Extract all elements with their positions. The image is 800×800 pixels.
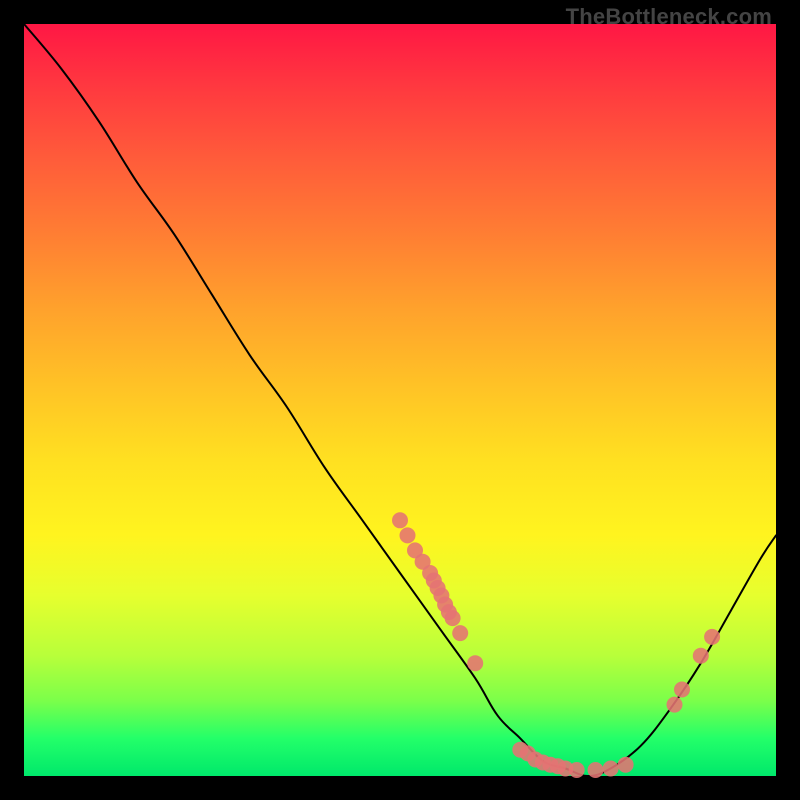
curve-marker bbox=[704, 629, 720, 645]
curve-marker bbox=[445, 610, 461, 626]
watermark-text: TheBottleneck.com bbox=[566, 4, 772, 30]
curve-marker bbox=[693, 648, 709, 664]
curve-marker bbox=[674, 682, 690, 698]
curve-markers bbox=[392, 512, 720, 778]
curve-marker bbox=[452, 625, 468, 641]
curve-marker bbox=[467, 655, 483, 671]
curve-marker bbox=[667, 697, 683, 713]
curve-marker bbox=[603, 761, 619, 777]
chart-frame bbox=[24, 24, 776, 776]
curve-marker bbox=[400, 527, 416, 543]
curve-marker bbox=[588, 762, 604, 778]
curve-marker bbox=[392, 512, 408, 528]
curve-marker bbox=[569, 762, 585, 778]
chart-svg bbox=[24, 24, 776, 776]
bottleneck-curve bbox=[24, 24, 776, 776]
curve-marker bbox=[618, 757, 634, 773]
